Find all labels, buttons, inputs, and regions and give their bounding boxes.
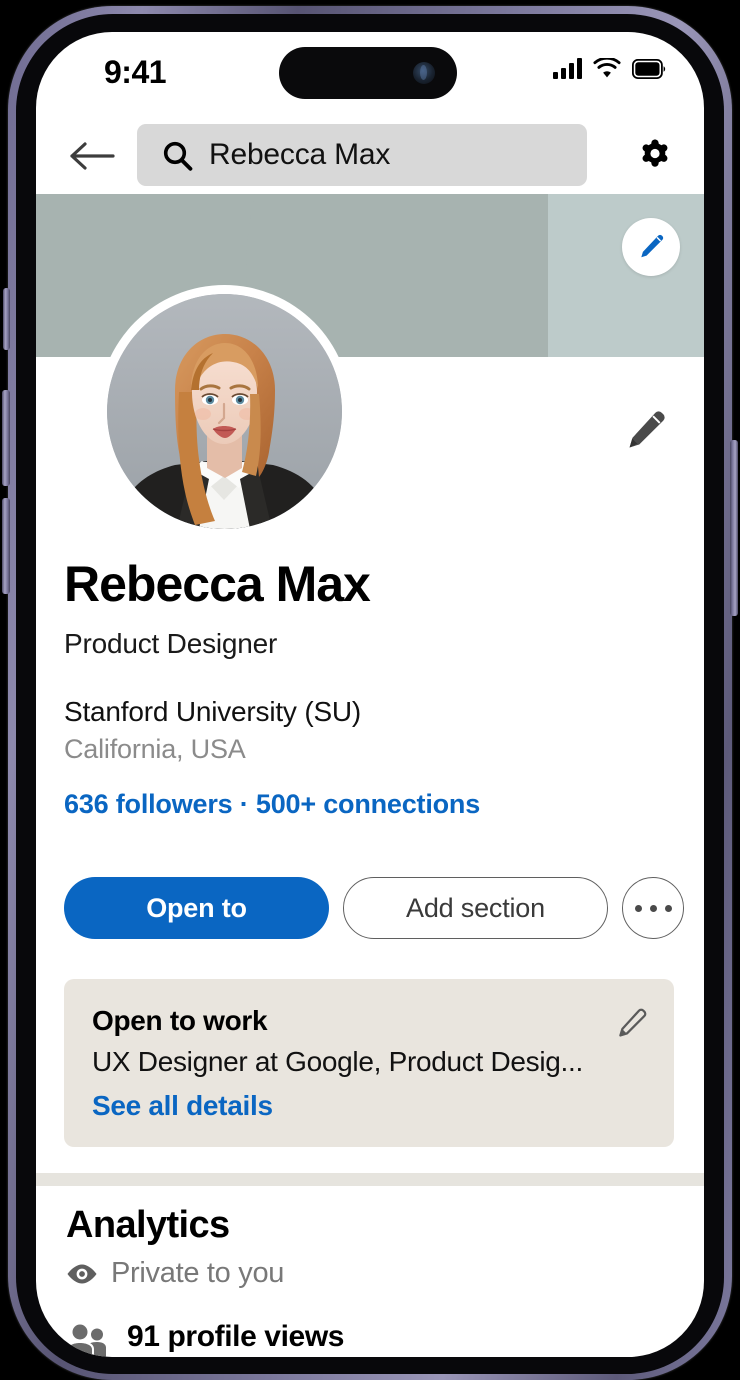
status-bar: 9:41 [36,32,704,118]
see-all-details-link[interactable]: See all details [92,1090,646,1122]
ellipsis-icon [649,904,657,912]
analytics-section: Analytics Private to you 91 profile view… [36,1204,704,1357]
app-top-bar: Rebecca Max [36,118,704,194]
eye-icon [67,1264,97,1283]
open-to-work-card[interactable]: Open to work UX Designer at Google, Prod… [64,979,674,1147]
analytics-row[interactable]: 91 profile views Discuss who's viewed yo… [66,1318,674,1357]
people-icon [68,1324,106,1357]
avatar[interactable] [98,285,351,538]
add-section-button[interactable]: Add section [343,877,608,939]
page-title: Rebecca Max [64,556,371,612]
back-arrow-icon [70,142,115,170]
analytics-visibility: Private to you [66,1257,674,1290]
battery-full-icon [632,59,666,79]
profile-school[interactable]: Stanford University (SU) [64,696,676,728]
settings-button[interactable] [628,130,682,182]
status-bar-indicators [553,58,666,79]
analytics-row-title: 91 profile views [127,1320,345,1353]
ellipsis-icon [664,904,672,912]
open-to-work-description: UX Designer at Google, Product Desig... [92,1046,583,1077]
volume-up-button[interactable] [2,390,10,486]
status-bar-clock: 9:41 [104,54,167,90]
open-to-button[interactable]: Open to [64,877,329,939]
connections-count[interactable]: 500+ connections [256,789,480,819]
cellular-signal-icon [553,58,582,79]
action-button[interactable] [3,288,10,350]
section-divider [36,1173,704,1186]
followers-count[interactable]: 636 followers [64,789,233,819]
volume-down-button[interactable] [2,498,10,594]
analytics-title: Analytics [66,1204,230,1246]
wifi-icon [593,58,621,78]
phone-screen: 9:41 Rebecca Max Rebecca Max Product Des… [36,32,704,1357]
search-input-value: Rebecca Max [209,138,391,171]
profile-stats[interactable]: 636 followers · 500+ connections [64,789,676,820]
ellipsis-icon [634,904,642,912]
profile-photo [107,294,342,529]
dynamic-island [279,47,457,99]
search-input[interactable]: Rebecca Max [137,124,587,186]
edit-profile-button[interactable] [618,402,674,458]
edit-open-to-work-button[interactable] [612,1003,652,1043]
open-to-work-title: Open to work [92,1005,268,1036]
analytics-row-body: 91 profile views Discuss who's viewed yo… [127,1318,558,1357]
screenshot-root: 9:41 Rebecca Max Rebecca Max Product Des… [0,0,740,1380]
power-button[interactable] [730,440,738,616]
profile-identity: Rebecca Max Product Designer Stanford Un… [36,542,704,820]
gear-icon [642,139,668,167]
banner-right-panel [548,194,704,357]
stats-separator: · [232,789,256,819]
profile-location: California, USA [64,734,246,764]
pencil-icon [629,411,665,448]
profile-headline: Product Designer [64,628,278,659]
pencil-icon [641,234,664,258]
front-camera-icon [413,62,435,84]
search-icon [162,140,193,171]
more-options-button[interactable] [622,877,684,939]
back-button[interactable] [66,132,118,180]
profile-action-buttons: Open to Add section [64,877,684,939]
edit-banner-button[interactable] [622,218,680,276]
analytics-visibility-text: Private to you [111,1257,285,1289]
pencil-icon [619,1008,647,1037]
